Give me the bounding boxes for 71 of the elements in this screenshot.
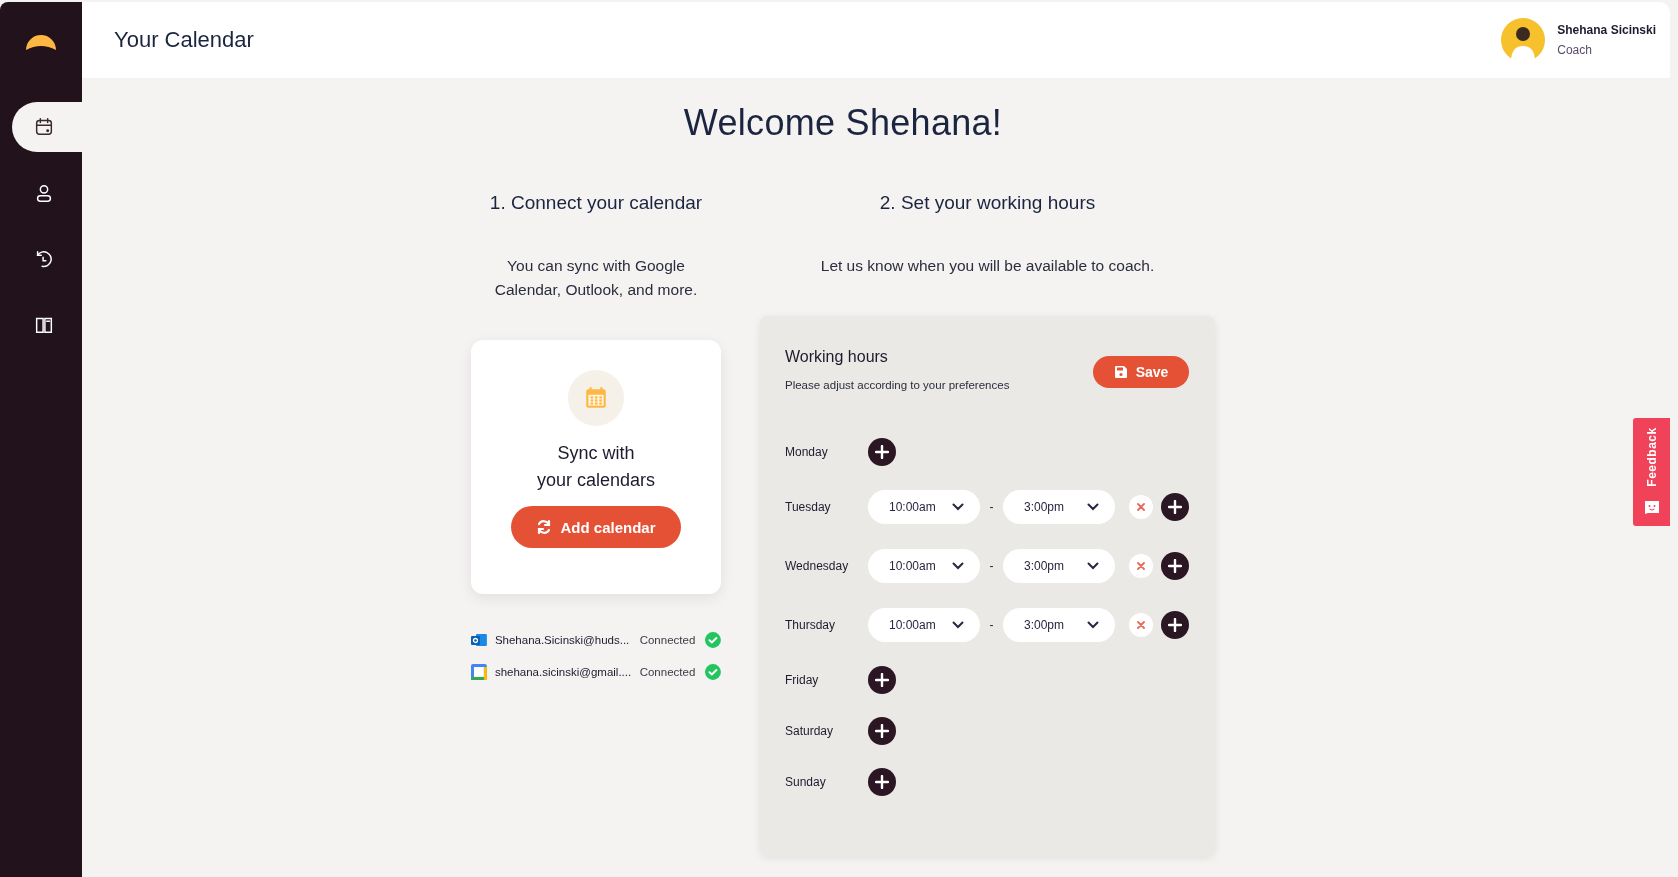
step-description: Let us know when you will be available to coach. <box>820 256 1155 276</box>
day-name: Friday <box>785 673 820 687</box>
end-time-select[interactable]: 3:00pm <box>1003 490 1115 524</box>
mail-app-icon <box>471 632 487 648</box>
chevron-down-icon <box>952 503 964 511</box>
calendar-app-icon <box>471 664 487 680</box>
plus-icon <box>875 673 889 687</box>
add-slot-button[interactable] <box>1161 611 1189 639</box>
check-circle-icon <box>705 664 721 680</box>
nav-item[interactable] <box>12 102 82 152</box>
account-email: shehana.sicinski@gmail.... <box>494 666 633 678</box>
chevron-down-icon <box>1087 503 1099 511</box>
step-heading: 1. Connect your calendar <box>489 192 703 214</box>
end-time-select[interactable]: 3:00pm <box>1003 549 1115 583</box>
close-icon <box>1137 562 1145 570</box>
add-calendar-button[interactable]: Add calendar <box>511 506 681 548</box>
chevron-down-icon <box>952 562 964 570</box>
day-name: Saturday <box>785 724 835 738</box>
smile-icon <box>1643 500 1660 514</box>
chevron-down-icon <box>952 621 964 629</box>
plus-icon <box>1168 618 1182 632</box>
remove-button[interactable] <box>1129 495 1153 519</box>
chevron-down-icon <box>1087 562 1099 570</box>
day-name: Monday <box>785 445 829 459</box>
day-name: Thursday <box>785 618 837 632</box>
plus-icon <box>875 775 889 789</box>
time-separator: - <box>988 500 995 514</box>
add-slot-button[interactable] <box>868 666 896 694</box>
calendar-icon <box>33 116 55 138</box>
save-button[interactable]: Save <box>1093 356 1189 388</box>
day-name: Tuesday <box>785 500 832 514</box>
check-circle-icon <box>705 632 721 648</box>
page-title: Your Calendar <box>114 27 254 53</box>
start-time-select[interactable]: 10:00am <box>868 549 980 583</box>
day-name: Wednesday <box>785 559 850 573</box>
chevron-down-icon <box>1087 621 1099 629</box>
add-slot-button[interactable] <box>868 438 896 466</box>
plus-icon <box>875 724 889 738</box>
feedback-tab[interactable]: Feedback <box>1633 418 1670 526</box>
add-slot-button[interactable] <box>868 717 896 745</box>
user-name: Shehana Sicinski <box>1557 23 1656 37</box>
plus-icon <box>875 445 889 459</box>
add-slot-button[interactable] <box>1161 552 1189 580</box>
account-email: Shehana.Sicinski@huds... <box>494 634 631 646</box>
time-separator: - <box>988 559 995 573</box>
calendar-icon <box>568 370 624 426</box>
user-role: Coach <box>1557 43 1593 57</box>
sync-icon <box>536 519 553 535</box>
connection-status: Connected <box>639 634 697 646</box>
start-time-select[interactable]: 10:00am <box>868 490 980 524</box>
plus-icon <box>1168 500 1182 514</box>
step-description: You can sync with Google Calendar, Outlook, and more. <box>493 256 699 300</box>
day-name: Sunday <box>785 775 827 789</box>
step-heading: 2. Set your working hours <box>879 192 1096 214</box>
remove-button[interactable] <box>1129 613 1153 637</box>
card-title: Sync with your calendars <box>535 442 657 492</box>
time-separator: - <box>988 618 995 632</box>
add-slot-button[interactable] <box>868 768 896 796</box>
avatar <box>1501 18 1546 62</box>
panel-subtitle: Please adjust according to your preferences <box>785 379 1010 391</box>
remove-button[interactable] <box>1129 554 1153 578</box>
plus-icon <box>1168 559 1182 573</box>
start-time-select[interactable]: 10:00am <box>868 608 980 642</box>
save-icon <box>1113 365 1128 379</box>
close-icon <box>1137 503 1145 511</box>
connection-status: Connected <box>639 666 697 678</box>
add-slot-button[interactable] <box>1161 493 1189 521</box>
end-time-select[interactable]: 3:00pm <box>1003 608 1115 642</box>
welcome-heading: Welcome Shehana! <box>683 102 1003 144</box>
panel-title: Working hours <box>785 348 889 366</box>
close-icon <box>1137 621 1145 629</box>
